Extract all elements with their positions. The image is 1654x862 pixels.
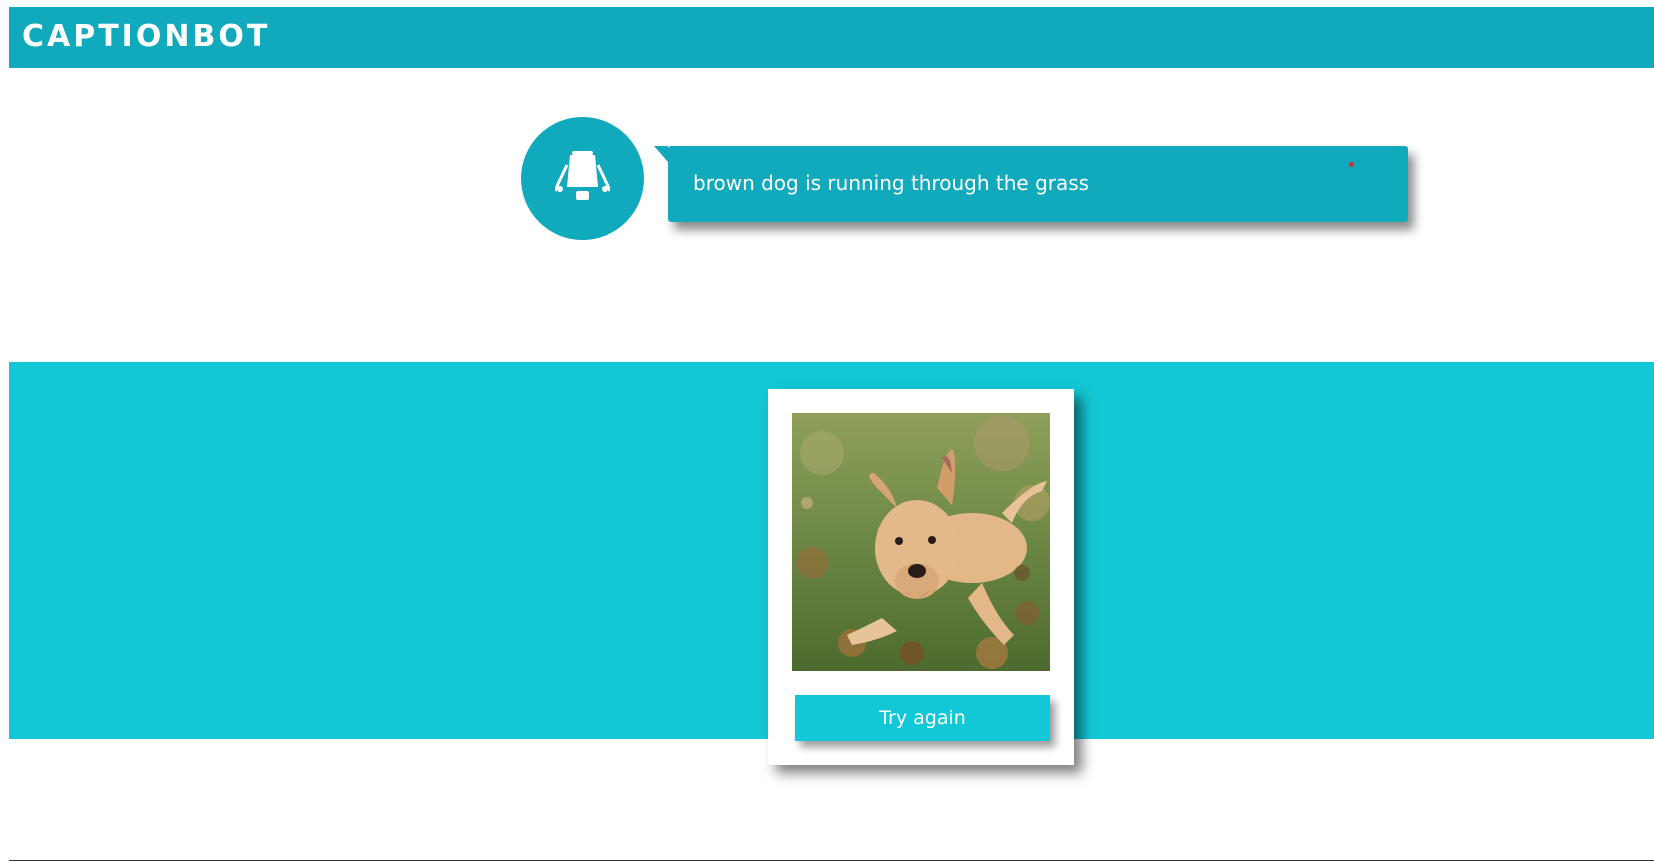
image-card: Try again: [768, 389, 1074, 765]
footer-divider: [9, 860, 1654, 861]
uploaded-photo: [792, 413, 1050, 671]
caption-text: brown dog is running through the grass: [693, 171, 1090, 195]
caption-bubble: brown dog is running through the grass: [668, 146, 1408, 222]
indicator-dot: [1349, 162, 1354, 167]
speech-bubble-tail: [654, 146, 668, 162]
try-again-button[interactable]: Try again: [795, 695, 1050, 741]
top-header: CAPTIONBOT: [9, 7, 1654, 68]
brand-title: CAPTIONBOT: [22, 19, 271, 54]
robot-icon: [555, 151, 610, 200]
dog-photo: [792, 413, 1050, 671]
bot-avatar: [521, 117, 644, 240]
